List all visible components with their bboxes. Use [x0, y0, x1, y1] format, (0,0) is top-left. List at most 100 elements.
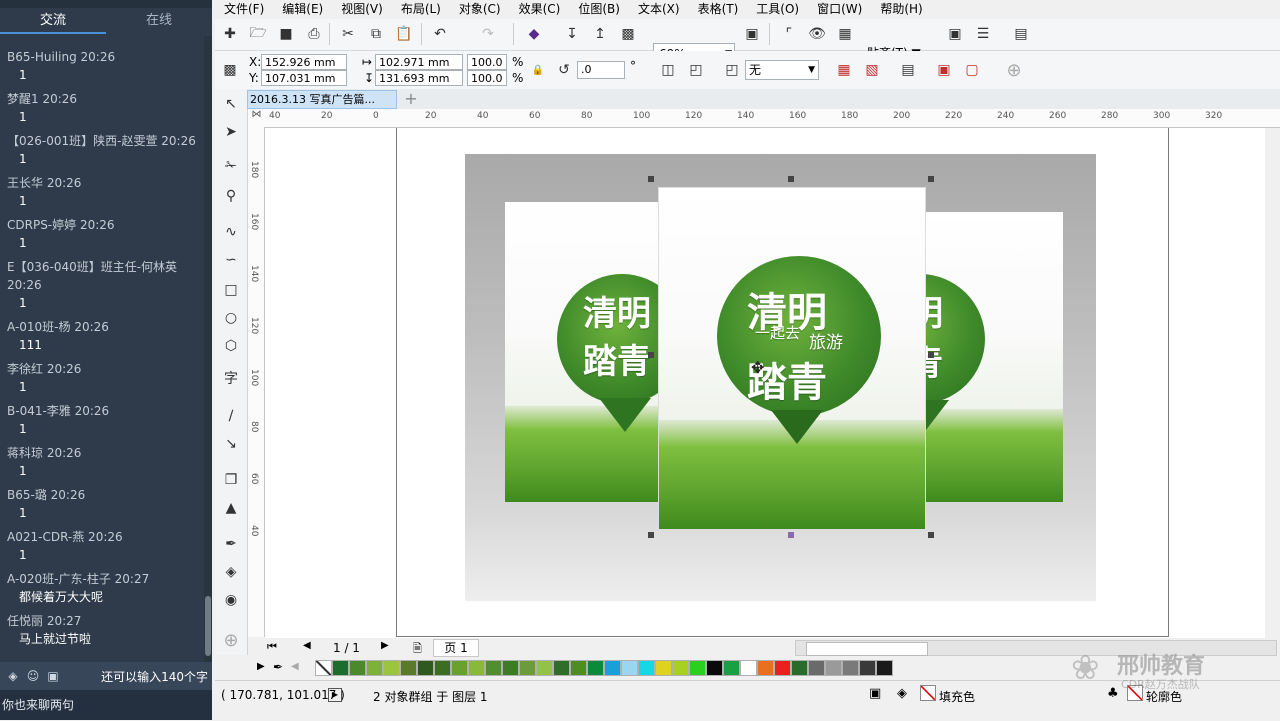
- ellipse-tool-icon[interactable]: ○: [220, 307, 242, 329]
- menu-view[interactable]: 视图(V): [332, 0, 392, 18]
- color-swatch[interactable]: [400, 660, 417, 676]
- weld-icon[interactable]: ▣: [933, 59, 955, 81]
- cut-icon[interactable]: ✂: [337, 23, 359, 45]
- smart-fill-icon[interactable]: ◉: [220, 589, 242, 611]
- page-tab-1[interactable]: 页 1: [433, 639, 479, 657]
- bell-icon[interactable]: ◈: [6, 669, 20, 683]
- color-swatch[interactable]: [553, 660, 570, 676]
- copy-icon[interactable]: ⧉: [365, 23, 387, 45]
- no-color-swatch[interactable]: [315, 660, 332, 676]
- corel-connect-icon[interactable]: ◆: [523, 23, 545, 45]
- color-swatch[interactable]: [672, 660, 689, 676]
- color-swatch[interactable]: [417, 660, 434, 676]
- import-icon[interactable]: ↧: [561, 23, 583, 45]
- color-swatch[interactable]: [451, 660, 468, 676]
- preview-icon[interactable]: ▣: [869, 686, 881, 701]
- add-page-icon[interactable]: 🗎: [413, 640, 422, 659]
- menu-file[interactable]: 文件(F): [215, 0, 273, 18]
- chat-input[interactable]: 你也来聊两句: [0, 690, 212, 720]
- color-swatch[interactable]: [740, 660, 757, 676]
- y-position-field[interactable]: 107.031 mm: [261, 70, 347, 86]
- object-origin-icon[interactable]: ▩: [219, 59, 241, 81]
- chat-scrollbar[interactable]: [204, 36, 212, 662]
- menu-object[interactable]: 对象(C): [450, 0, 510, 18]
- height-field[interactable]: 131.693 mm: [375, 70, 463, 86]
- guidelines-icon[interactable]: ▦: [834, 23, 856, 45]
- eyedropper-icon[interactable]: ✒: [220, 533, 242, 555]
- paste-icon[interactable]: 📋: [393, 23, 415, 45]
- color-swatch[interactable]: [757, 660, 774, 676]
- lock-ratio-icon[interactable]: 🔒: [527, 59, 549, 81]
- rotation-field[interactable]: .0: [577, 61, 625, 79]
- menu-help[interactable]: 帮助(H): [871, 0, 931, 18]
- color-swatch[interactable]: [349, 660, 366, 676]
- color-swatch[interactable]: [434, 660, 451, 676]
- vertical-ruler[interactable]: 180 160 140 120 100 80 60 40: [248, 127, 265, 637]
- save-icon[interactable]: ■: [275, 23, 297, 45]
- menu-text[interactable]: 文本(X): [629, 0, 689, 18]
- x-position-field[interactable]: 152.926 mm: [261, 54, 347, 70]
- interactive-fill-icon[interactable]: ◈: [220, 561, 242, 583]
- color-swatch[interactable]: [876, 660, 893, 676]
- polygon-tool-icon[interactable]: ⬡: [220, 335, 242, 357]
- document-tab[interactable]: 2016.3.13 写真广告篇...: [247, 90, 397, 109]
- horizontal-ruler[interactable]: 40 20 0 20 40 60 80 100 120 140 160 180 200 220 240 260…: [265, 109, 1280, 128]
- color-swatch[interactable]: [825, 660, 842, 676]
- color-swatch[interactable]: [536, 660, 553, 676]
- redo-icon[interactable]: ↷: [477, 23, 499, 45]
- artistic-media-icon[interactable]: ∽: [220, 249, 242, 271]
- outline-width-select[interactable]: 无 ▼: [745, 60, 819, 80]
- connector-tool-icon[interactable]: ↘: [220, 433, 242, 455]
- full-screen-icon[interactable]: ▣: [741, 23, 763, 45]
- selection-handle-ml[interactable]: [648, 352, 654, 358]
- rectangle-tool-icon[interactable]: □: [220, 279, 242, 301]
- selection-handle-tr[interactable]: [928, 176, 934, 182]
- color-swatch[interactable]: [604, 660, 621, 676]
- print-icon[interactable]: ⎙: [303, 23, 325, 45]
- mirror-horizontal-icon[interactable]: ◫: [657, 59, 679, 81]
- options-icon[interactable]: ▣: [944, 23, 966, 45]
- selection-handle-bc[interactable]: [788, 532, 794, 538]
- align-distribute-icon[interactable]: ▤: [897, 59, 919, 81]
- color-swatch[interactable]: [808, 660, 825, 676]
- selection-handle-tl[interactable]: [648, 176, 654, 182]
- play-icon[interactable]: ▶: [328, 688, 342, 702]
- page-next-icon[interactable]: ▶: [381, 640, 389, 651]
- transparency-icon[interactable]: ▲: [220, 497, 242, 519]
- new-document-icon[interactable]: ✚: [219, 23, 241, 45]
- color-swatch[interactable]: [621, 660, 638, 676]
- rotate-icon[interactable]: ↺: [553, 59, 575, 81]
- vertical-scrollbar[interactable]: [1265, 128, 1280, 638]
- drawing-canvas[interactable]: 清明 踏青 清明 踏青 清明 一起去 旅游 踏青: [265, 128, 1265, 638]
- horizontal-scroll-thumb[interactable]: [806, 642, 928, 656]
- color-swatch[interactable]: [383, 660, 400, 676]
- fill-bucket-icon[interactable]: ◈: [897, 686, 907, 701]
- view-mode-icon[interactable]: 👁: [806, 23, 828, 45]
- ruler-corner[interactable]: ⋈: [248, 109, 265, 127]
- color-swatch[interactable]: [638, 660, 655, 676]
- color-swatch[interactable]: [859, 660, 876, 676]
- emoji-icon[interactable]: ☺: [26, 669, 40, 683]
- show-rulers-icon[interactable]: ⌜: [778, 23, 800, 45]
- image-icon[interactable]: ▣: [46, 669, 60, 683]
- menu-layout[interactable]: 布局(L): [392, 0, 450, 18]
- shape-tool-icon[interactable]: ➤: [220, 121, 242, 143]
- group-objects-icon[interactable]: ▦: [833, 59, 855, 81]
- trim-icon[interactable]: ▢: [961, 59, 983, 81]
- menu-edit[interactable]: 编辑(E): [273, 0, 332, 18]
- add-toolbar-icon[interactable]: ⊕: [1003, 59, 1025, 81]
- selection-handle-tc[interactable]: [788, 176, 794, 182]
- ungroup-icon[interactable]: ▧: [861, 59, 883, 81]
- selection-handle-br[interactable]: [928, 532, 934, 538]
- pick-tool-icon[interactable]: ↖: [220, 93, 242, 115]
- color-swatch[interactable]: [774, 660, 791, 676]
- color-swatch[interactable]: [519, 660, 536, 676]
- scale-width-field[interactable]: 100.0: [467, 54, 507, 70]
- menu-bitmap[interactable]: 位图(B): [569, 0, 629, 18]
- crop-tool-icon[interactable]: ✁: [220, 155, 242, 177]
- tab-online[interactable]: 在线: [106, 8, 212, 34]
- color-swatch[interactable]: [655, 660, 672, 676]
- color-swatch[interactable]: [485, 660, 502, 676]
- add-tool-icon[interactable]: ⊕: [220, 629, 242, 651]
- page-prev-icon[interactable]: ◀: [303, 640, 311, 651]
